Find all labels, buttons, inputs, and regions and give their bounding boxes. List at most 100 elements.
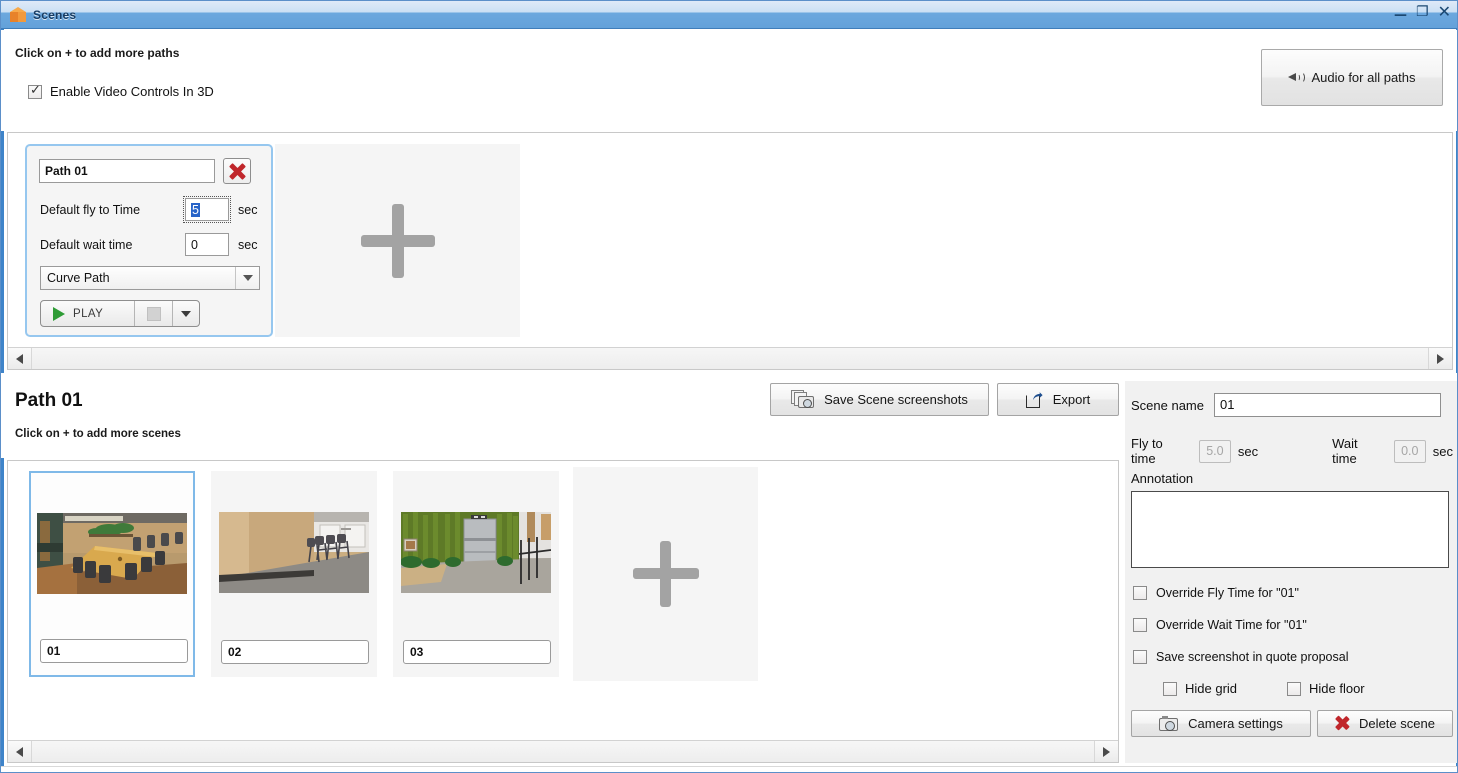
default-wait-time-input[interactable]: 0: [185, 233, 229, 256]
save-screenshot-quote-checkbox[interactable]: [1133, 650, 1147, 664]
hide-grid-row[interactable]: Hide grid: [1163, 681, 1237, 696]
hide-grid-label: Hide grid: [1185, 681, 1238, 696]
camera-stack-icon: [791, 390, 815, 409]
override-wait-time-checkbox[interactable]: [1133, 618, 1147, 632]
chevron-down-icon: [181, 310, 191, 317]
scene-name-field[interactable]: 01: [40, 639, 188, 663]
scene-name-field[interactable]: 02: [221, 640, 369, 664]
path-card[interactable]: Path 01 Default fly to Time 5 sec Defaul…: [25, 144, 273, 337]
scenes-container: 01 02 03: [7, 460, 1119, 763]
scene-name-row: Scene name 01: [1131, 393, 1441, 417]
hide-grid-checkbox[interactable]: [1163, 681, 1177, 696]
default-wait-time-row: Default wait time 0 sec: [40, 233, 257, 256]
override-wait-time-row[interactable]: Override Wait Time for "01": [1133, 618, 1307, 632]
add-path-button[interactable]: [275, 144, 520, 337]
scenes-hint-text: Click on + to add more scenes: [15, 428, 181, 440]
scene-thumbnail[interactable]: [37, 513, 187, 594]
scene-card[interactable]: 02: [211, 471, 377, 677]
delete-path-button[interactable]: [223, 158, 251, 184]
default-fly-time-unit: sec: [238, 202, 258, 217]
delete-scene-button[interactable]: Delete scene: [1317, 710, 1453, 737]
paths-scroll-left-arrow[interactable]: [8, 348, 32, 369]
add-scene-button[interactable]: [573, 467, 758, 681]
save-scene-screenshots-label: Save Scene screenshots: [824, 392, 968, 407]
audio-for-all-paths-button[interactable]: Audio for all paths: [1261, 49, 1443, 106]
export-button[interactable]: Export: [997, 383, 1119, 416]
scene-name-label: Scene name: [1131, 397, 1204, 413]
scene-thumbnail[interactable]: [219, 512, 369, 593]
play-button[interactable]: PLAY: [41, 301, 135, 326]
top-section: Click on + to add more paths Enable Vide…: [1, 30, 1457, 131]
default-fly-time-label: Default fly to Time: [40, 202, 141, 217]
app-orange-box-icon: [9, 6, 27, 24]
scenes-horizontal-scrollbar[interactable]: [8, 740, 1118, 762]
scenes-scroll-right-arrow[interactable]: [1094, 741, 1118, 762]
wait-time-label: Wait time: [1332, 436, 1358, 466]
scene-name-field[interactable]: 03: [403, 640, 551, 664]
default-wait-time-label: Default wait time: [40, 237, 133, 252]
default-fly-time-row: Default fly to Time 5 sec: [40, 196, 258, 223]
default-wait-time-unit: sec: [238, 237, 258, 252]
override-fly-time-checkbox[interactable]: [1133, 586, 1147, 600]
playback-more-button[interactable]: [173, 301, 199, 326]
camera-settings-button[interactable]: Camera settings: [1131, 710, 1311, 737]
scene-thumbnail[interactable]: [401, 512, 551, 593]
enable-video-controls-checkbox[interactable]: [28, 83, 42, 99]
speaker-icon: [1288, 71, 1306, 84]
override-fly-time-label: Override Fly Time for "01": [1156, 586, 1299, 600]
wait-time-input[interactable]: 0.0: [1393, 439, 1426, 463]
override-fly-time-row[interactable]: Override Fly Time for "01": [1133, 586, 1299, 600]
path-name-row: Path 01: [39, 158, 251, 184]
paths-container: Path 01 Default fly to Time 5 sec Defaul…: [7, 132, 1453, 370]
hide-floor-label: Hide floor: [1309, 681, 1365, 696]
maximize-icon[interactable]: ❐: [1416, 5, 1429, 19]
stop-icon: [146, 306, 161, 321]
override-wait-time-label: Override Wait Time for "01": [1156, 618, 1307, 632]
default-fly-time-input[interactable]: 5: [183, 196, 231, 223]
scenes-window: Scenes — ❐ ✕ Click on + to add more path…: [0, 0, 1458, 773]
annotation-label: Annotation: [1131, 471, 1194, 486]
hide-floor-row[interactable]: Hide floor: [1287, 681, 1365, 696]
hide-floor-checkbox[interactable]: [1287, 681, 1301, 696]
fly-to-time-input[interactable]: 5.0: [1198, 439, 1231, 463]
window-titlebar: Scenes — ❐ ✕: [1, 1, 1457, 29]
stop-button[interactable]: [135, 301, 173, 326]
paths-scroll-right-arrow[interactable]: [1428, 348, 1452, 369]
path-name-input[interactable]: Path 01: [39, 159, 215, 183]
scene-card[interactable]: 01: [29, 471, 195, 677]
playback-controls: PLAY: [40, 300, 200, 327]
camera-settings-label: Camera settings: [1188, 716, 1283, 731]
play-icon: [53, 306, 65, 321]
enable-video-controls-row[interactable]: Enable Video Controls In 3D: [28, 83, 214, 99]
audio-button-label: Audio for all paths: [1311, 70, 1416, 85]
scene-name-input[interactable]: 01: [1214, 393, 1441, 417]
paths-horizontal-scrollbar[interactable]: [8, 347, 1452, 369]
window-controls: — ❐ ✕: [1394, 4, 1451, 22]
close-icon[interactable]: ✕: [1438, 4, 1451, 20]
scenes-scroll-left-arrow[interactable]: [8, 741, 32, 762]
annotation-textarea[interactable]: [1131, 491, 1449, 568]
red-x-icon: [229, 163, 246, 180]
wait-time-unit: sec: [1432, 443, 1453, 459]
window-bottom-edge: [1, 766, 1457, 772]
export-icon: [1025, 391, 1044, 408]
delete-scene-label: Delete scene: [1359, 716, 1435, 731]
paths-scroll-viewport: Path 01 Default fly to Time 5 sec Defaul…: [8, 133, 1452, 347]
save-screenshot-quote-row[interactable]: Save screenshot in quote proposal: [1133, 650, 1349, 664]
times-row: Fly to time 5.0 sec Wait time 0.0 sec: [1131, 436, 1453, 466]
save-screenshot-quote-label: Save screenshot in quote proposal: [1156, 650, 1349, 664]
selected-path-title: Path 01: [15, 390, 83, 411]
plus-icon: [360, 203, 435, 278]
play-button-label: PLAY: [73, 307, 104, 320]
scene-card[interactable]: 03: [393, 471, 559, 677]
camera-icon: [1159, 715, 1179, 731]
window-title: Scenes: [33, 7, 77, 22]
path-type-dropdown[interactable]: Curve Path: [40, 266, 260, 290]
chevron-down-icon[interactable]: [235, 267, 259, 289]
save-scene-screenshots-button[interactable]: Save Scene screenshots: [770, 383, 989, 416]
fly-to-time-label: Fly to time: [1131, 436, 1163, 466]
red-x-icon: [1335, 716, 1350, 731]
enable-video-controls-label: Enable Video Controls In 3D: [50, 84, 214, 99]
plus-icon: [632, 541, 699, 607]
minimize-icon[interactable]: —: [1394, 9, 1407, 22]
